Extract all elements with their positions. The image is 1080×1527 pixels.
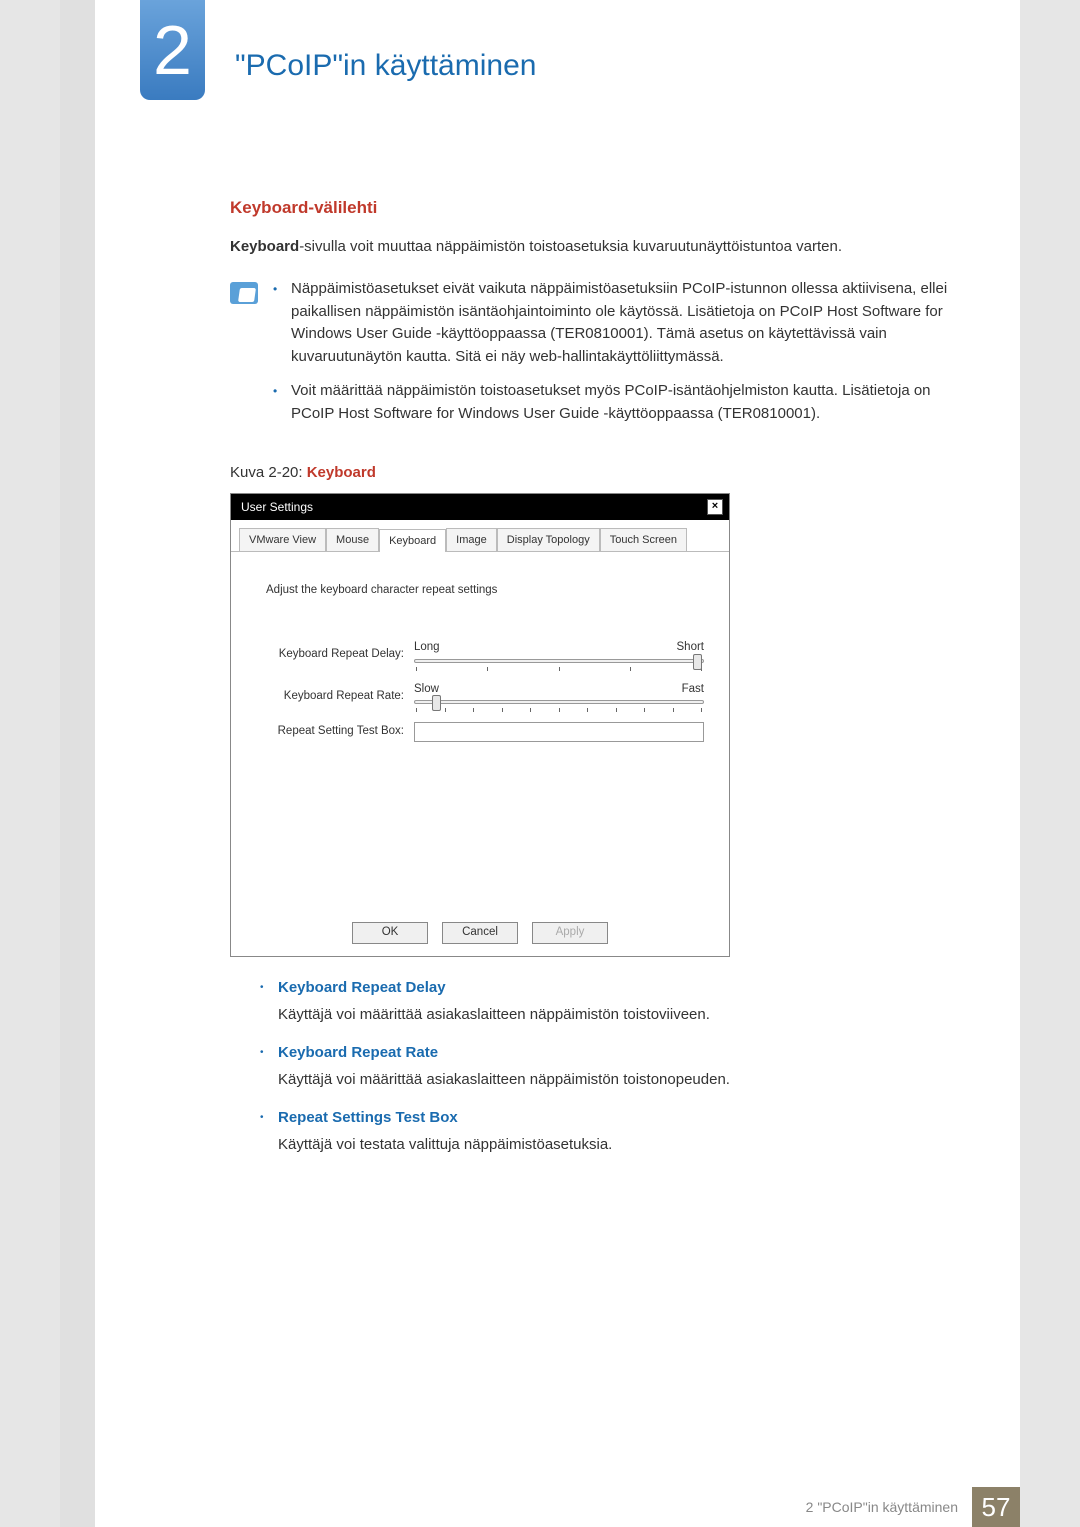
delay-left-label: Long [414,639,440,656]
note-item: Näppäimistöasetukset eivät vaikuta näppä… [273,278,950,368]
content-area: Keyboard-välilehti Keyboard-sivulla voit… [60,115,1020,1156]
cancel-button[interactable]: Cancel [442,922,518,944]
chapter-title: "PCoIP"in käyttäminen [235,43,536,88]
intro-paragraph: Keyboard-sivulla voit muuttaa näppäimist… [230,236,950,259]
desc-text: Käyttäjä voi testata valittuja näppäimis… [278,1136,612,1153]
rate-right-label: Fast [682,681,704,698]
desc-text: Käyttäjä voi määrittää asiakaslaitteen n… [278,1006,710,1023]
figure-caption: Kuva 2-20: Keyboard [230,462,950,485]
testbox-input[interactable] [414,722,704,742]
footer-page-number: 57 [972,1487,1020,1527]
delay-label: Keyboard Repeat Delay: [266,646,414,663]
figure-caption-prefix: Kuva 2-20: [230,464,307,481]
intro-text: -sivulla voit muuttaa näppäimistön toist… [299,238,842,255]
note-block: Näppäimistöasetukset eivät vaikuta näppä… [230,278,950,437]
close-icon[interactable]: × [707,499,723,515]
intro-keyword: Keyboard [230,238,299,255]
testbox-label: Repeat Setting Test Box: [266,723,414,740]
tab-vmware-view[interactable]: VMware View [239,528,326,552]
delay-slider[interactable]: Long Short [414,639,704,670]
desc-keyword: Keyboard Repeat Delay [278,977,950,1000]
testbox-row: Repeat Setting Test Box: [266,722,704,742]
chapter-number-badge: 2 [140,0,205,100]
left-margin-stripe [60,0,95,1527]
footer-text: 2 "PCoIP"in käyttäminen [792,1487,972,1527]
note-list: Näppäimistöasetukset eivät vaikuta näppä… [273,278,950,437]
tab-image[interactable]: Image [446,528,497,552]
tab-row: VMware View Mouse Keyboard Image Display… [231,520,729,553]
tab-mouse[interactable]: Mouse [326,528,379,552]
list-item: Keyboard Repeat Delay Käyttäjä voi määri… [260,977,950,1026]
section-title: Keyboard-välilehti [230,195,950,221]
rate-thumb[interactable] [432,695,441,711]
figure-caption-keyword: Keyboard [307,464,376,481]
apply-button[interactable]: Apply [532,922,608,944]
dialog-instruction: Adjust the keyboard character repeat set… [266,582,704,599]
tab-keyboard[interactable]: Keyboard [379,529,446,553]
page-footer: 2 "PCoIP"in käyttäminen 57 [792,1487,1020,1527]
list-item: Repeat Settings Test Box Käyttäjä voi te… [260,1107,950,1156]
tab-touch-screen[interactable]: Touch Screen [600,528,687,552]
desc-keyword: Repeat Settings Test Box [278,1107,950,1130]
dialog-titlebar: User Settings × [231,494,729,520]
list-item: Keyboard Repeat Rate Käyttäjä voi määrit… [260,1042,950,1091]
chapter-header: 2 "PCoIP"in käyttäminen [60,0,1020,115]
user-settings-dialog: User Settings × VMware View Mouse Keyboa… [230,493,730,958]
dialog-title: User Settings [241,498,313,516]
dialog-button-row: OK Cancel Apply [231,912,729,956]
rate-row: Keyboard Repeat Rate: Slow Fast [266,681,704,712]
tab-display-topology[interactable]: Display Topology [497,528,600,552]
dialog-body: Adjust the keyboard character repeat set… [231,552,729,912]
desc-keyword: Keyboard Repeat Rate [278,1042,950,1065]
description-list: Keyboard Repeat Delay Käyttäjä voi määri… [260,977,950,1156]
note-item: Voit määrittää näppäimistön toistoasetuk… [273,380,950,425]
ok-button[interactable]: OK [352,922,428,944]
desc-text: Käyttäjä voi määrittää asiakaslaitteen n… [278,1071,730,1088]
rate-label: Keyboard Repeat Rate: [266,688,414,705]
page: 2 "PCoIP"in käyttäminen Keyboard-välileh… [60,0,1020,1527]
delay-row: Keyboard Repeat Delay: Long Short [266,639,704,670]
rate-slider[interactable]: Slow Fast [414,681,704,712]
delay-thumb[interactable] [693,654,702,670]
note-icon [230,282,258,304]
